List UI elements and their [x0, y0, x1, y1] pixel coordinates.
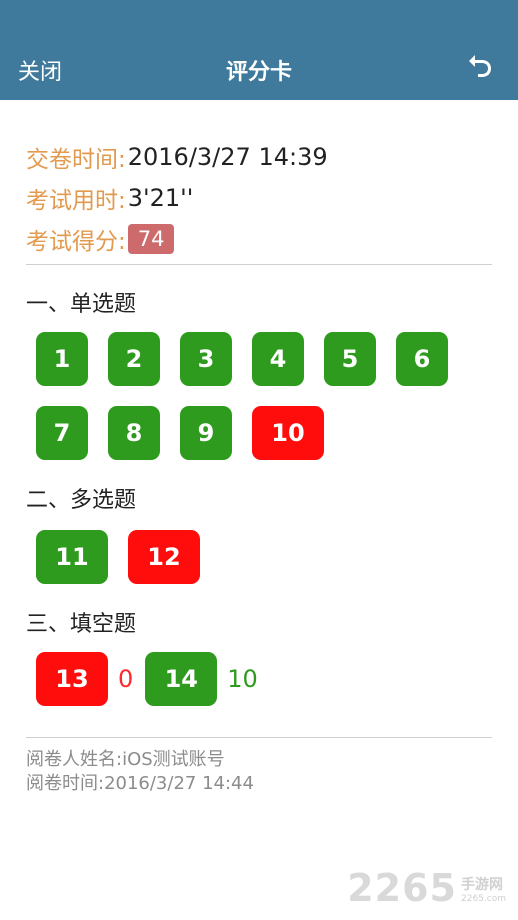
question-button-8[interactable]: 8 [108, 406, 160, 460]
question-button-1[interactable]: 1 [36, 332, 88, 386]
watermark-number: 2265 [347, 866, 457, 910]
score-row: 考试得分: 74 [26, 218, 328, 259]
section-title-fill: 三、填空题 [26, 612, 137, 637]
score-label: 考试得分: [26, 228, 126, 255]
divider [26, 737, 492, 738]
submit-time-row: 交卷时间: 2016/3/27 14:39 [26, 136, 328, 177]
question-button-6[interactable]: 6 [396, 332, 448, 386]
watermark-text: 手游网 2265.com [461, 874, 506, 904]
submit-time-value: 2016/3/27 14:39 [127, 142, 328, 171]
fill-blank-row: 13 0 14 10 [36, 652, 270, 706]
page-title: 评分卡 [225, 60, 292, 85]
question-button-13[interactable]: 13 [36, 652, 108, 706]
section-title-single: 一、单选题 [26, 292, 137, 317]
watermark-en: 2265.com [461, 894, 506, 904]
question-button-9[interactable]: 9 [180, 406, 232, 460]
exam-info: 交卷时间: 2016/3/27 14:39 考试用时: 3'21'' 考试得分:… [26, 136, 328, 259]
single-choice-grid: 1 2 3 4 5 6 7 8 9 10 [36, 332, 476, 460]
question-button-5[interactable]: 5 [324, 332, 376, 386]
review-time: 阅卷时间:2016/3/27 14:44 [26, 773, 254, 794]
reviewer-name: 阅卷人姓名:iOS测试账号 [26, 749, 225, 770]
question-button-7[interactable]: 7 [36, 406, 88, 460]
duration-value: 3'21'' [127, 183, 194, 212]
question-13-score: 0 [118, 665, 134, 693]
score-badge: 74 [127, 223, 175, 254]
question-button-2[interactable]: 2 [108, 332, 160, 386]
section-title-multi: 二、多选题 [26, 488, 137, 513]
top-nav-bar: 关闭 评分卡 [0, 0, 518, 100]
review-info: 阅卷人姓名:iOS测试账号 阅卷时间:2016/3/27 14:44 [26, 748, 254, 796]
question-button-4[interactable]: 4 [252, 332, 304, 386]
question-14-score: 10 [227, 665, 258, 693]
divider [26, 264, 492, 265]
question-button-11[interactable]: 11 [36, 530, 108, 584]
watermark-cn: 手游网 [461, 877, 503, 893]
question-button-12[interactable]: 12 [128, 530, 200, 584]
question-button-14[interactable]: 14 [145, 652, 218, 706]
watermark-logo: 2265 手游网 2265.com [347, 866, 506, 910]
question-button-10[interactable]: 10 [252, 406, 324, 460]
multi-choice-grid: 11 12 [36, 530, 476, 584]
duration-row: 考试用时: 3'21'' [26, 177, 328, 218]
duration-label: 考试用时: [26, 187, 126, 214]
question-button-3[interactable]: 3 [180, 332, 232, 386]
undo-icon[interactable] [466, 52, 496, 82]
submit-time-label: 交卷时间: [26, 146, 126, 173]
